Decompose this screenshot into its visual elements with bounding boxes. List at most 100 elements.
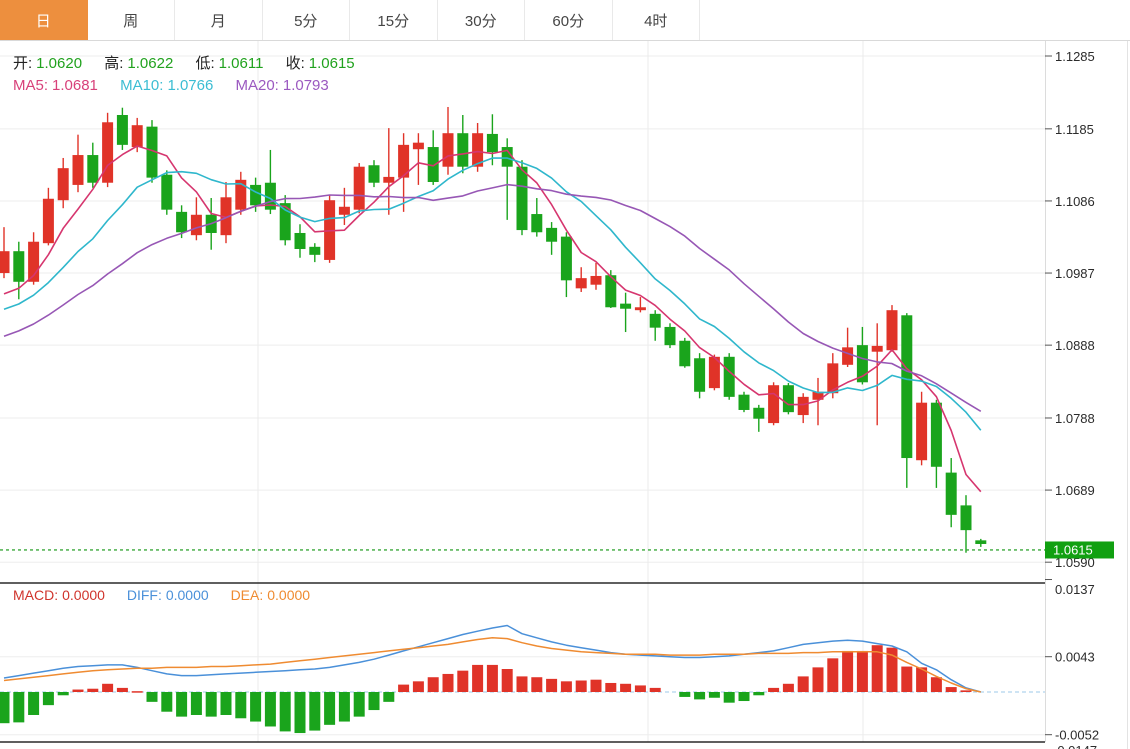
macd-bar	[634, 685, 646, 692]
macd-bar	[398, 684, 410, 692]
macd-bar	[827, 658, 839, 692]
candle-body	[57, 168, 69, 201]
macd-bar	[28, 692, 40, 715]
candle-body	[457, 133, 469, 167]
macd-bar	[620, 683, 632, 692]
tab-day[interactable]: 日	[0, 0, 88, 40]
candle-body	[250, 184, 262, 206]
tab-5min[interactable]: 5分	[262, 0, 350, 40]
chart-area[interactable]: 1.1285 1.1185 1.1086 1.0987 1.0888 1.0788 1.06…	[0, 41, 1130, 749]
macd-bar	[901, 666, 913, 692]
tab-month[interactable]: 月	[175, 0, 263, 40]
macd-bar	[13, 692, 25, 723]
candle-body	[694, 358, 706, 392]
macd-bar	[679, 692, 691, 697]
macd-bar	[250, 692, 262, 722]
macd-bar	[738, 692, 750, 702]
macd-bar	[353, 692, 365, 717]
macd-bar	[57, 692, 69, 696]
candle-body	[975, 540, 987, 544]
candle-body	[723, 356, 735, 397]
last-price-tag-label: 1.0615	[1053, 542, 1093, 557]
candle-body	[13, 251, 25, 282]
candlestick-chart[interactable]: 1.1285 1.1185 1.1086 1.0987 1.0888 1.0788 1.06…	[0, 41, 1130, 749]
candle-body	[442, 133, 454, 167]
macd-bar	[42, 692, 54, 706]
macd-bar	[442, 673, 454, 692]
macd-bar	[546, 678, 558, 692]
macd-bar	[412, 681, 424, 692]
candle-body	[412, 142, 424, 150]
candle-body	[102, 122, 114, 183]
macd-bar	[560, 681, 572, 692]
macd-bar	[368, 692, 380, 711]
macd-axis-label: 0.0043	[1055, 650, 1095, 665]
candle-body	[560, 236, 572, 281]
candle-body	[664, 326, 676, 346]
candle-body	[960, 505, 972, 531]
price-axis-label: 1.0689	[1055, 483, 1095, 498]
macd-bar	[694, 692, 706, 700]
candle-body	[945, 472, 957, 515]
tab-60min[interactable]: 60分	[525, 0, 613, 40]
candle-body	[782, 385, 794, 413]
macd-bar	[649, 687, 661, 692]
macd-bar	[161, 692, 173, 712]
price-axis-label: 1.1086	[1055, 194, 1095, 209]
candle-body	[383, 176, 395, 183]
macd-bar	[102, 683, 114, 692]
candle-body	[768, 385, 780, 424]
macd-bar	[324, 692, 336, 725]
candle-body	[738, 394, 750, 410]
candle-body	[87, 155, 99, 183]
tab-week[interactable]: 周	[87, 0, 175, 40]
candle-body	[116, 114, 128, 145]
candle-body	[753, 407, 765, 419]
ma5-line	[3, 145, 982, 493]
macd-bar	[768, 687, 780, 692]
macd-bar	[457, 670, 469, 692]
macd-bar	[605, 682, 617, 692]
candle-body	[338, 206, 350, 215]
macd-bar	[0, 692, 10, 724]
macd-bar	[383, 692, 395, 702]
candle-body	[176, 211, 188, 233]
candle-body	[590, 275, 602, 285]
candle-body	[546, 227, 558, 242]
macd-bar	[72, 689, 84, 692]
tab-15min[interactable]: 15分	[350, 0, 438, 40]
macd-bar	[235, 692, 247, 719]
candle-body	[679, 340, 691, 367]
candle-body	[131, 125, 143, 148]
candle-body	[575, 278, 587, 289]
macd-axis-label: -0.0052	[1055, 728, 1099, 743]
macd-bar	[338, 692, 350, 722]
macd-bar	[87, 688, 99, 692]
macd-bar	[220, 692, 232, 715]
tab-30min[interactable]: 30分	[437, 0, 525, 40]
candle-body	[161, 174, 173, 210]
macd-bar	[782, 683, 794, 692]
macd-bar	[501, 669, 513, 692]
candle-body	[190, 214, 202, 236]
macd-bar	[531, 677, 543, 692]
macd-bar	[472, 664, 484, 692]
macd-bar	[294, 692, 306, 734]
tab-4hour[interactable]: 4时	[612, 0, 700, 40]
price-axis-label: 1.1185	[1055, 122, 1094, 137]
macd-bar	[279, 692, 291, 732]
price-axis-label: 1.0788	[1055, 411, 1095, 426]
macd-bar	[812, 667, 824, 692]
macd-bar	[131, 691, 143, 693]
macd-bar	[116, 687, 128, 692]
candle-body	[797, 396, 809, 416]
macd-bar	[176, 692, 188, 717]
macd-axis-label: 0.0137	[1055, 582, 1095, 597]
macd-bar	[575, 680, 587, 692]
macd-bar	[264, 692, 276, 727]
candle-body	[620, 303, 632, 309]
price-axis-label: 1.1285	[1055, 49, 1095, 64]
timeframe-tabbar: 日周月 5分 15分 30分 60分 4时	[0, 0, 1130, 41]
macd-bar	[708, 692, 720, 698]
candle-body	[634, 307, 646, 311]
